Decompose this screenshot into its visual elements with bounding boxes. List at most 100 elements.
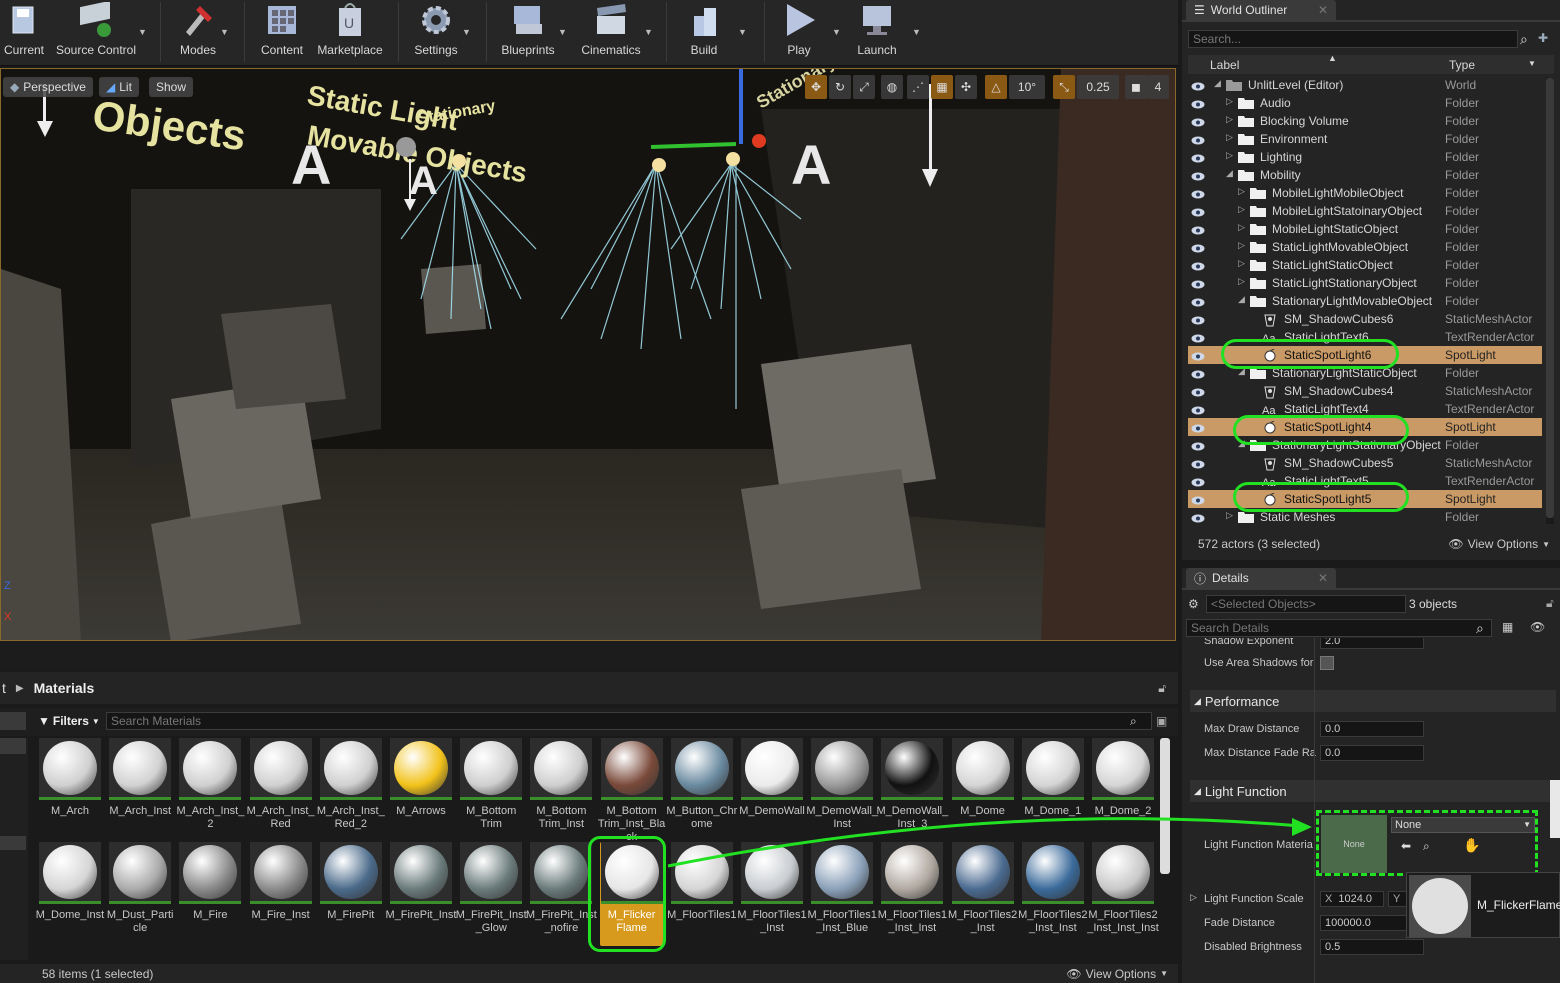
scale-snap-value[interactable]: 0.25: [1077, 75, 1119, 99]
asset-tile[interactable]: M_FloorTiles1_Inst_Inst: [878, 842, 947, 946]
cb-view-options-button[interactable]: 👁︎ View Options ▼: [1066, 967, 1168, 981]
outliner-row[interactable]: ▷ StaticLightMovableObject Folder: [1188, 238, 1542, 256]
tab-world-outliner[interactable]: ☰ World Outliner ✕: [1186, 0, 1336, 20]
outliner-row[interactable]: ▷ Lighting Folder: [1188, 148, 1542, 166]
cinematics-dropdown-icon[interactable]: ▼: [644, 27, 653, 37]
settings-button[interactable]: Settings: [408, 0, 464, 62]
asset-tile[interactable]: M_Arch_Inst_2: [176, 738, 244, 842]
outliner-row[interactable]: ◢ StationaryLightMovableObject Folder: [1188, 292, 1542, 310]
asset-tile[interactable]: M_Fire_Inst: [249, 842, 313, 946]
visibility-eye-icon[interactable]: [1191, 242, 1205, 256]
outliner-row[interactable]: ◢ Mobility Folder: [1188, 166, 1542, 184]
modes-button[interactable]: Modes: [172, 0, 224, 62]
grid-snap-icon[interactable]: ▦: [931, 75, 953, 99]
scale-snap-icon[interactable]: ⤡: [1053, 75, 1075, 99]
world-space-icon[interactable]: ◍: [881, 75, 903, 99]
asset-tile[interactable]: M_Arch_Inst_Red: [247, 738, 315, 842]
camera-move-icon[interactable]: ✣: [955, 75, 977, 99]
visibility-eye-icon[interactable]: [1191, 440, 1205, 454]
source-control-button[interactable]: Source Control: [52, 0, 140, 62]
expand-arrow-icon[interactable]: ▷: [1226, 132, 1233, 143]
close-icon[interactable]: ✕: [1318, 571, 1328, 585]
expand-arrow-icon[interactable]: ▷: [1238, 240, 1245, 251]
play-dropdown-icon[interactable]: ▼: [832, 27, 841, 37]
outliner-row[interactable]: ▷ MobileLightMobileObject Folder: [1188, 184, 1542, 202]
rotate-mode-icon[interactable]: ↻: [829, 75, 851, 99]
launch-button[interactable]: Launch: [852, 0, 902, 62]
visibility-eye-icon[interactable]: [1191, 350, 1205, 364]
use-area-shadows-checkbox[interactable]: [1320, 656, 1334, 670]
modes-dropdown-icon[interactable]: ▼: [220, 27, 229, 37]
max-distance-fade-field[interactable]: 0.0: [1320, 745, 1424, 761]
expand-arrow-icon[interactable]: ▷: [1226, 510, 1233, 521]
asset-tile[interactable]: M_FloorTiles2_Inst_Inst_Inst: [1087, 842, 1159, 946]
asset-tile[interactable]: M_Button_Chrome: [666, 738, 737, 842]
sources-toggle-icon[interactable]: [0, 712, 26, 730]
expand-arrow-icon[interactable]: ▷: [1238, 204, 1245, 215]
expand-arrow-icon[interactable]: ▷: [1226, 114, 1233, 125]
asset-tile[interactable]: M_Bottom Trim_Inst_Black: [598, 738, 665, 843]
visibility-eye-icon[interactable]: [1191, 314, 1205, 328]
rotation-snap-icon[interactable]: △: [985, 75, 1007, 99]
asset-tile[interactable]: M_Arch: [38, 738, 102, 842]
camera-speed-value[interactable]: 4: [1147, 75, 1169, 99]
outliner-row[interactable]: SM_ShadowCubes4 StaticMeshActor: [1188, 382, 1542, 400]
asset-tile[interactable]: M_FirePit: [319, 842, 383, 946]
viewport-scene[interactable]: Objects Static Light Movable Objects Sta…: [1, 69, 1175, 640]
content-button[interactable]: Content: [256, 0, 308, 62]
use-selected-arrow-icon[interactable]: ⬅: [1401, 839, 1411, 853]
save-current-button[interactable]: Current: [2, 0, 46, 62]
visibility-eye-icon[interactable]: [1191, 224, 1205, 238]
outliner-row[interactable]: ▷ MobileLightStaticObject Folder: [1188, 220, 1542, 238]
expand-arrow-icon[interactable]: ▷: [1238, 276, 1245, 287]
close-icon[interactable]: ✕: [1318, 3, 1328, 17]
asset-tile[interactable]: M_FirePit_Inst: [386, 842, 456, 946]
asset-tile[interactable]: M_FirePit_Inst_nofire: [526, 842, 597, 946]
asset-tile[interactable]: M_FloorTiles1_Inst_Blue: [808, 842, 877, 946]
outliner-row[interactable]: SM_ShadowCubes5 StaticMeshActor: [1188, 454, 1542, 472]
visibility-eye-icon[interactable]: [1191, 494, 1205, 508]
cinematics-button[interactable]: Cinematics: [578, 0, 644, 62]
visibility-eye-icon[interactable]: [1191, 170, 1205, 184]
show-menu[interactable]: Show: [149, 77, 194, 97]
marketplace-button[interactable]: U Marketplace: [312, 0, 388, 62]
asset-tile[interactable]: M_Fire: [178, 842, 242, 946]
breadcrumb-folder[interactable]: Materials: [34, 680, 95, 696]
asset-tile[interactable]: M_Dome_2: [1091, 738, 1155, 842]
visibility-eye-icon[interactable]: [1191, 422, 1205, 436]
asset-tile[interactable]: M_DemoWall_Inst_3: [877, 738, 948, 842]
visibility-eye-icon[interactable]: [1191, 458, 1205, 472]
visibility-eye-icon[interactable]: [1191, 476, 1205, 490]
outliner-scrollbar-track[interactable]: [1546, 78, 1554, 524]
settings-dropdown-icon[interactable]: ▼: [462, 27, 471, 37]
performance-section[interactable]: ◢ Performance: [1190, 690, 1556, 712]
level-viewport[interactable]: Objects Static Light Movable Objects Sta…: [0, 68, 1176, 641]
build-dropdown-icon[interactable]: ▼: [738, 27, 747, 37]
visibility-eye-icon[interactable]: [1191, 512, 1205, 526]
asset-tile[interactable]: M_Arch_Inst: [108, 738, 172, 842]
collapse-arrow-icon[interactable]: ◢: [1214, 78, 1221, 89]
visibility-eye-icon[interactable]: [1191, 404, 1205, 418]
lit-menu[interactable]: ◢ Lit: [99, 77, 139, 97]
eye-icon[interactable]: 👁︎: [1530, 620, 1545, 634]
asset-tile[interactable]: M_Dust_Particle: [107, 842, 174, 946]
launch-dropdown-icon[interactable]: ▼: [912, 27, 921, 37]
visibility-eye-icon[interactable]: [1191, 368, 1205, 382]
visibility-eye-icon[interactable]: [1191, 188, 1205, 202]
shadow-exponent-field[interactable]: 2.0: [1320, 638, 1424, 649]
asset-tile[interactable]: M_Bottom Trim_Inst: [529, 738, 593, 842]
visibility-eye-icon[interactable]: [1191, 80, 1205, 94]
play-button[interactable]: Play: [776, 0, 822, 62]
rotation-snap-value[interactable]: 10°: [1009, 75, 1045, 99]
asset-tile[interactable]: M_Arch_Inst_Red_2: [317, 738, 385, 842]
asset-tile[interactable]: M_DemoWall_Inst: [806, 738, 878, 842]
search-details-input[interactable]: Search Details: [1186, 619, 1492, 637]
col-label[interactable]: Label: [1210, 58, 1239, 72]
asset-tile[interactable]: M_Bottom Trim: [459, 738, 523, 842]
light-function-section[interactable]: ◢ Light Function: [1190, 780, 1556, 802]
visibility-eye-icon[interactable]: [1191, 206, 1205, 220]
asset-tile[interactable]: M_FloorTiles1_Inst: [737, 842, 807, 946]
expand-arrow-icon[interactable]: ▷: [1226, 96, 1233, 107]
material-select[interactable]: None ▼: [1391, 817, 1535, 833]
visibility-eye-icon[interactable]: [1191, 98, 1205, 112]
